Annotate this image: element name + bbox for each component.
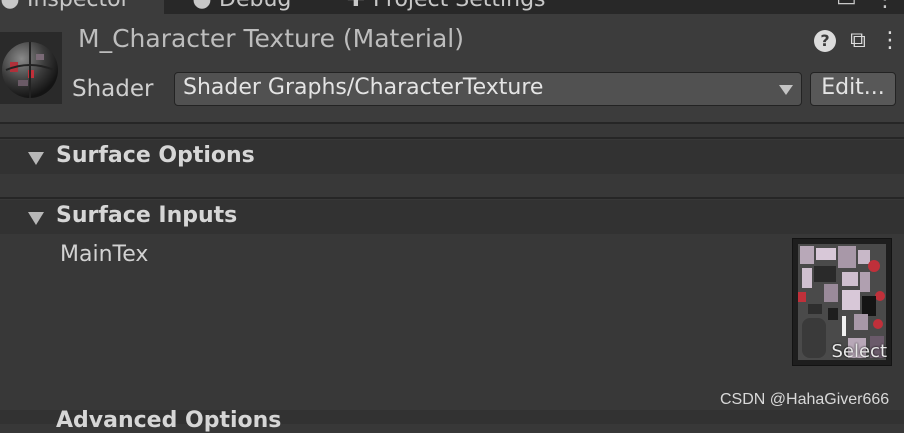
preset-settings-icon[interactable]: ⧉ xyxy=(846,28,870,54)
texture-select-button[interactable]: Select xyxy=(831,341,887,362)
shader-dropdown[interactable]: Shader Graphs/CharacterTexture xyxy=(174,72,802,106)
tab-project-settings[interactable]: ✚ Project Settings xyxy=(346,0,546,14)
material-header: M_Character Texture (Material) ? ⧉ ⋮ Sha… xyxy=(0,14,904,122)
kebab-menu-icon[interactable]: ⋮ xyxy=(874,0,896,14)
maintex-texture-field[interactable]: Select xyxy=(792,238,892,366)
divider xyxy=(0,137,904,139)
watermark: CSDN @HahaGiver666 xyxy=(720,391,890,408)
bug-icon: ● xyxy=(192,0,212,14)
divider xyxy=(0,122,904,124)
material-preview xyxy=(0,32,62,104)
material-sphere-icon xyxy=(2,42,58,98)
section-advanced-options[interactable]: Advanced Options xyxy=(0,408,904,433)
divider xyxy=(0,197,904,199)
maintex-label: MainTex xyxy=(60,242,149,267)
shader-value: Shader Graphs/CharacterTexture xyxy=(183,75,544,100)
shader-label: Shader xyxy=(72,76,154,102)
tab-inspector[interactable]: ● Inspector xyxy=(0,0,164,14)
help-icon[interactable]: ? xyxy=(814,30,836,52)
lock-icon[interactable]: ▭ xyxy=(836,0,857,14)
material-title: M_Character Texture (Material) xyxy=(78,24,464,53)
context-menu-icon[interactable]: ⋮ xyxy=(878,28,902,54)
tab-debug[interactable]: ● Debug xyxy=(192,0,291,14)
section-surface-inputs[interactable]: Surface Inputs xyxy=(0,200,904,234)
edit-shader-button[interactable]: Edit... xyxy=(810,72,896,106)
dropdown-arrow-icon xyxy=(779,85,793,95)
tab-bar: ● Inspector ● Debug ✚ Project Settings ▭… xyxy=(0,0,904,14)
gear-icon: ✚ xyxy=(346,0,366,14)
foldout-arrow-icon xyxy=(28,212,44,225)
section-surface-options[interactable]: Surface Options xyxy=(0,140,904,174)
info-icon: ● xyxy=(0,0,20,14)
foldout-arrow-icon xyxy=(28,152,44,165)
